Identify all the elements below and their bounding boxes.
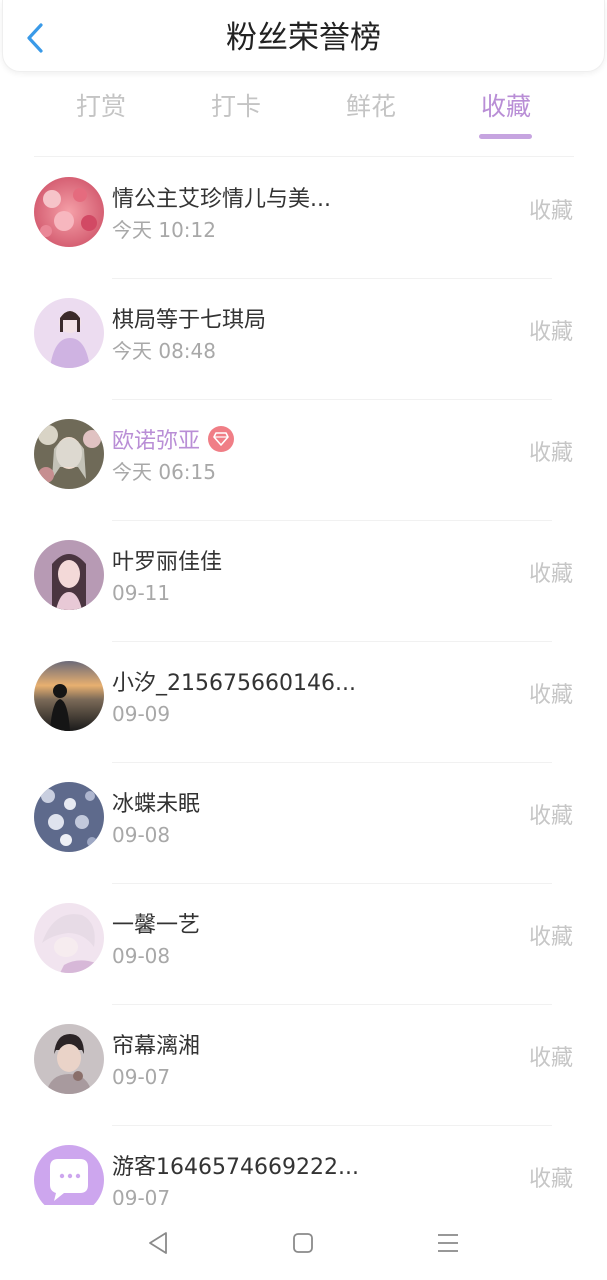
action-label: 收藏	[528, 683, 573, 708]
tab-reward[interactable]: 打赏	[46, 84, 156, 130]
name-line: 棋局等于七琪局	[112, 301, 266, 335]
fan-row[interactable]: 游客1646574669222... 09-07 收藏	[0, 1126, 607, 1205]
active-tab-indicator	[479, 134, 532, 139]
screen: 粉丝荣誉榜 打赏 打卡 鲜花 收藏 情公主艾珍情儿与美... 今天 10:12 …	[0, 0, 607, 1280]
fan-time: 09-08	[112, 823, 171, 847]
nav-back-button[interactable]	[138, 1227, 178, 1259]
fan-time: 09-09	[112, 702, 171, 726]
avatar[interactable]	[34, 782, 104, 852]
avatar[interactable]	[34, 419, 104, 489]
fan-name: 小汐_215675660146...	[112, 671, 356, 696]
fan-name: 棋局等于七琪局	[112, 308, 267, 333]
diamond-icon	[213, 432, 229, 446]
fan-row[interactable]: 叶罗丽佳佳 09-11 收藏	[0, 521, 607, 642]
fan-row[interactable]: 帘幕漓湘 09-07 收藏	[0, 1005, 607, 1126]
square-home-icon	[293, 1233, 313, 1253]
action-label: 收藏	[528, 1167, 573, 1192]
fan-time: 今天 10:12	[112, 218, 216, 242]
avatar[interactable]	[34, 540, 104, 610]
action-label: 收藏	[528, 804, 573, 829]
fan-time: 09-07	[112, 1065, 171, 1089]
avatar[interactable]	[34, 177, 104, 247]
name-line: 一馨一艺	[112, 906, 200, 940]
fan-time: 今天 06:15	[112, 460, 216, 484]
fan-name: 一馨一艺	[112, 913, 201, 938]
fan-time: 今天 08:48	[112, 339, 216, 363]
vip-badge	[208, 426, 235, 452]
fan-name: 情公主艾珍情儿与美...	[112, 187, 331, 212]
name-line: 游客1646574669222...	[112, 1148, 359, 1182]
fan-row[interactable]: 棋局等于七琪局 今天 08:48 收藏	[0, 279, 607, 400]
fan-time: 09-11	[112, 581, 171, 605]
fan-name: 帘幕漓湘	[112, 1034, 201, 1059]
fan-row[interactable]: 情公主艾珍情儿与美... 今天 10:12 收藏	[0, 158, 607, 279]
tab-favorites[interactable]: 收藏	[451, 84, 561, 130]
fan-row[interactable]: 冰蝶未眠 09-08 收藏	[0, 763, 607, 884]
fan-name: 游客1646574669222...	[112, 1155, 359, 1180]
avatar[interactable]	[34, 1145, 104, 1205]
name-line: 情公主艾珍情儿与美...	[112, 180, 331, 214]
avatar[interactable]	[34, 661, 104, 731]
fan-name: 欧诺弥亚	[112, 429, 201, 454]
name-line: 叶罗丽佳佳	[112, 543, 222, 577]
action-label: 收藏	[528, 199, 573, 224]
divider	[34, 156, 574, 157]
tab-checkin[interactable]: 打卡	[181, 84, 291, 130]
tab-flowers[interactable]: 鲜花	[316, 84, 426, 130]
avatar[interactable]	[34, 903, 104, 973]
fan-name: 叶罗丽佳佳	[112, 550, 223, 575]
avatar[interactable]	[34, 1024, 104, 1094]
name-line: 冰蝶未眠	[112, 785, 200, 819]
fan-list: 情公主艾珍情儿与美... 今天 10:12 收藏 棋局等于七琪局 今天 08:4…	[0, 158, 607, 1205]
fan-row[interactable]: 小汐_215675660146... 09-09 收藏	[0, 642, 607, 763]
action-label: 收藏	[528, 1046, 573, 1071]
action-label: 收藏	[528, 320, 573, 345]
hamburger-menu-icon	[438, 1234, 458, 1252]
fan-row[interactable]: 一馨一艺 09-08 收藏	[0, 884, 607, 1005]
fan-name: 冰蝶未眠	[112, 792, 201, 817]
triangle-back-icon	[149, 1232, 167, 1254]
top-bar: 粉丝荣誉榜	[2, 0, 605, 72]
action-label: 收藏	[528, 925, 573, 950]
fan-time: 09-07	[112, 1186, 171, 1205]
name-line: 帘幕漓湘	[112, 1027, 200, 1061]
name-line: 小汐_215675660146...	[112, 664, 356, 698]
tab-bar: 打赏 打卡 鲜花 收藏	[0, 84, 607, 144]
action-label: 收藏	[528, 562, 573, 587]
nav-home-button[interactable]	[283, 1227, 323, 1259]
action-label: 收藏	[528, 441, 573, 466]
fan-row[interactable]: 欧诺弥亚 今天 06:15 收藏	[0, 400, 607, 521]
system-nav-bar	[0, 1205, 607, 1280]
fan-time: 09-08	[112, 944, 171, 968]
nav-menu-button[interactable]	[428, 1227, 468, 1259]
avatar[interactable]	[34, 298, 104, 368]
name-line: 欧诺弥亚	[112, 422, 235, 456]
page-title: 粉丝荣誉榜	[226, 20, 381, 56]
